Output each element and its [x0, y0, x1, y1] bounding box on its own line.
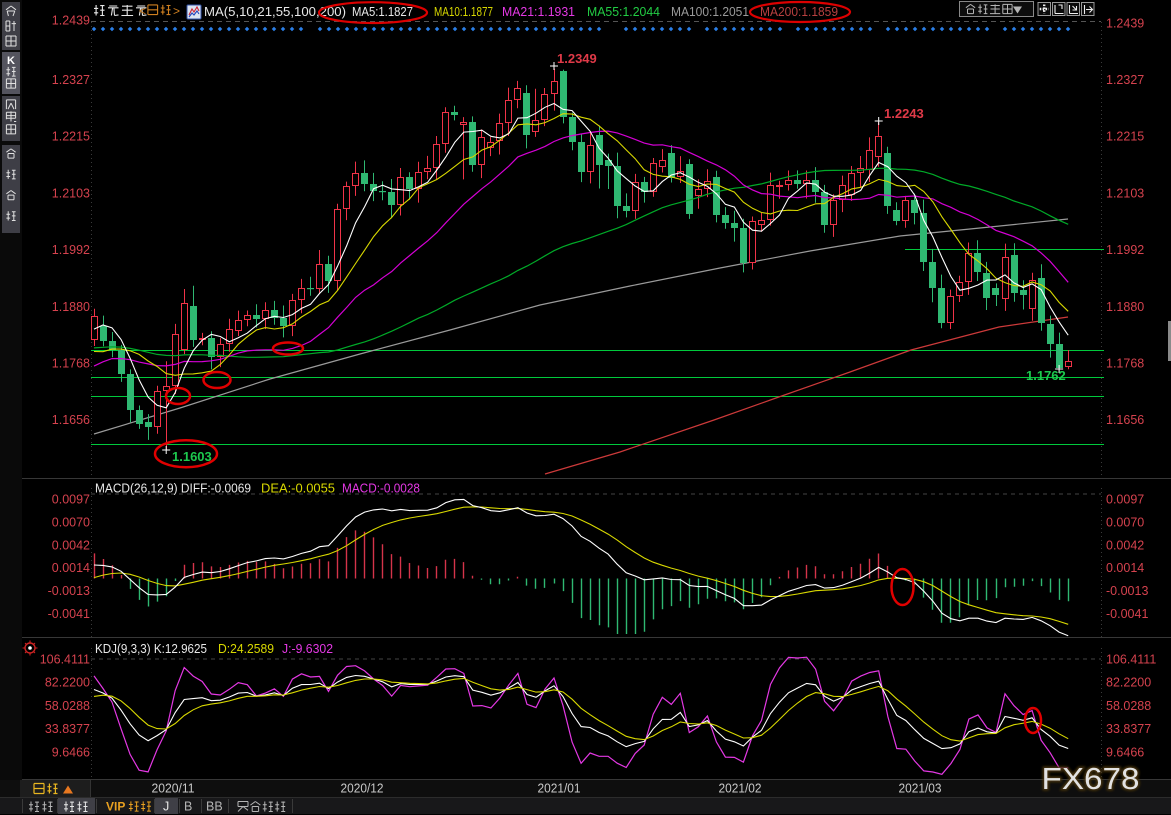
svg-text:1.2243: 1.2243	[884, 106, 924, 121]
svg-text:B: B	[184, 800, 192, 814]
svg-text:1.1768: 1.1768	[1106, 357, 1144, 371]
svg-text:1.2439: 1.2439	[52, 13, 90, 27]
svg-text:MACD(26,12,9) DIFF:-0.0069: MACD(26,12,9) DIFF:-0.0069	[95, 482, 251, 496]
svg-text:33.8377: 33.8377	[1106, 722, 1151, 736]
svg-text:2021/02: 2021/02	[719, 782, 762, 796]
svg-text:1.2103: 1.2103	[52, 186, 90, 200]
svg-text:<: <	[139, 4, 146, 18]
svg-text:MA10:1.1877: MA10:1.1877	[434, 5, 493, 19]
svg-text:MA100:1.2051: MA100:1.2051	[671, 5, 749, 19]
svg-text:82.2200: 82.2200	[45, 676, 90, 690]
svg-text:0.0042: 0.0042	[1106, 538, 1144, 552]
svg-text:1.2439: 1.2439	[1106, 16, 1144, 30]
svg-text:1.2215: 1.2215	[52, 130, 90, 144]
svg-text:58.0288: 58.0288	[1106, 699, 1151, 713]
svg-text:0.0042: 0.0042	[52, 538, 90, 552]
svg-text:1.1880: 1.1880	[1106, 300, 1144, 314]
svg-text:1.2215: 1.2215	[1106, 130, 1144, 144]
svg-text:0.0014: 0.0014	[1106, 561, 1144, 575]
svg-text:MA5:1.1827: MA5:1.1827	[352, 5, 413, 19]
svg-text:-0.0013: -0.0013	[1106, 584, 1148, 598]
svg-text:-0.0041: -0.0041	[48, 607, 90, 621]
svg-text:106.4111: 106.4111	[1106, 652, 1156, 666]
svg-text:FX678: FX678	[1042, 761, 1140, 796]
svg-text:2020/12: 2020/12	[341, 782, 384, 796]
svg-text:2020/11: 2020/11	[152, 782, 195, 796]
svg-text:1.1768: 1.1768	[52, 357, 90, 371]
svg-text:1.1656: 1.1656	[1106, 413, 1144, 427]
svg-text:0.0070: 0.0070	[1106, 516, 1144, 530]
svg-text:-0.0041: -0.0041	[1106, 607, 1148, 621]
svg-text:33.8377: 33.8377	[45, 722, 90, 736]
svg-text:0.0097: 0.0097	[52, 493, 90, 507]
svg-text:KDJ(9,3,3) K:12.9625: KDJ(9,3,3) K:12.9625	[95, 642, 207, 656]
svg-text:>: >	[173, 4, 180, 18]
svg-text:9.6466: 9.6466	[52, 745, 90, 759]
svg-text:-0.0013: -0.0013	[48, 584, 90, 598]
svg-text:1.1762: 1.1762	[1026, 368, 1066, 383]
svg-text:DEA:-0.0055: DEA:-0.0055	[261, 482, 335, 496]
svg-text:106.4111: 106.4111	[40, 652, 90, 666]
svg-text:1.2103: 1.2103	[1106, 186, 1144, 200]
svg-text:1.2327: 1.2327	[1106, 73, 1144, 87]
svg-text:1.1603: 1.1603	[172, 449, 212, 464]
svg-text:MA21:1.1931: MA21:1.1931	[502, 5, 575, 19]
svg-text:1.2349: 1.2349	[557, 51, 597, 66]
svg-text:K: K	[7, 55, 15, 67]
svg-text:MA55:1.2044: MA55:1.2044	[587, 5, 660, 19]
svg-text:82.2200: 82.2200	[1106, 676, 1151, 690]
svg-text:9.6466: 9.6466	[1106, 745, 1144, 759]
svg-text:MA200:1.1859: MA200:1.1859	[760, 5, 838, 19]
svg-text:0.0014: 0.0014	[52, 561, 90, 575]
svg-text:58.0288: 58.0288	[45, 699, 90, 713]
svg-text:1.1992: 1.1992	[52, 243, 90, 257]
svg-text:1.1880: 1.1880	[52, 300, 90, 314]
svg-text:1.1992: 1.1992	[1106, 243, 1144, 257]
svg-text:J:-9.6302: J:-9.6302	[282, 642, 333, 656]
svg-text:2021/01: 2021/01	[538, 782, 581, 796]
svg-text:D:24.2589: D:24.2589	[218, 642, 274, 656]
svg-text:VIP: VIP	[106, 800, 125, 814]
svg-text:BB: BB	[206, 800, 223, 814]
svg-text:2021/03: 2021/03	[899, 782, 942, 796]
svg-text:1.2327: 1.2327	[52, 73, 90, 87]
svg-text:J: J	[163, 800, 169, 814]
svg-text:0.0097: 0.0097	[1106, 493, 1144, 507]
svg-text:0.0070: 0.0070	[52, 516, 90, 530]
svg-text:MACD:-0.0028: MACD:-0.0028	[342, 482, 420, 496]
svg-text:1.1656: 1.1656	[52, 413, 90, 427]
